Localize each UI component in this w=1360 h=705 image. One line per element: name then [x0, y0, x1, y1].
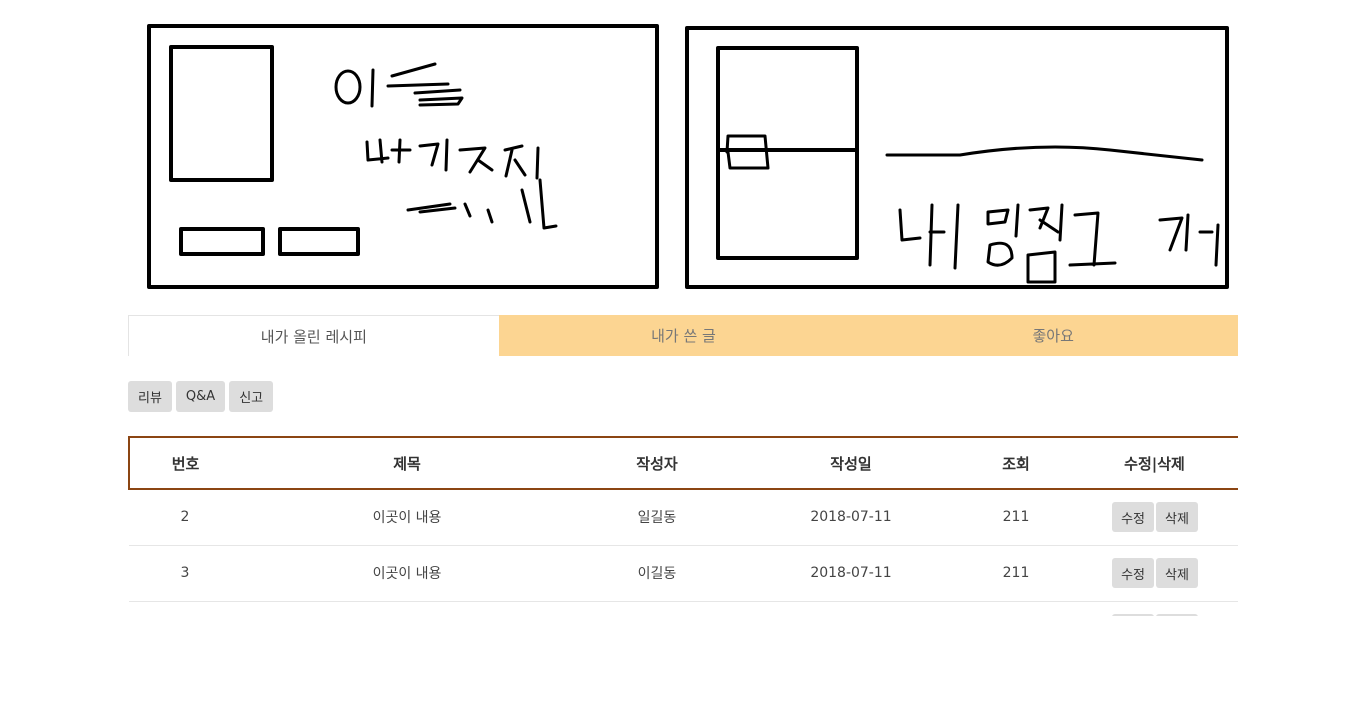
table-row: 2 이곳이 내용 일길동 2018-07-11 211 수정 삭제	[129, 489, 1238, 545]
table-row: 3 이곳이 내용 이길동 2018-07-11 211 수정 삭제	[129, 545, 1238, 601]
row-views	[961, 601, 1071, 616]
row-number: 3	[180, 565, 190, 581]
row-date: 2018-07-11	[810, 509, 892, 526]
row-author: 일길동	[637, 510, 677, 527]
delete-button[interactable]: 삭제	[1156, 614, 1198, 616]
qna-filter-button[interactable]: Q&A	[175, 381, 226, 412]
report-filter-button[interactable]: 신고	[229, 381, 274, 412]
edit-button[interactable]: 수정	[1112, 558, 1154, 588]
row-date: 2018-07-11	[810, 565, 892, 581]
row-views: 211	[1002, 509, 1030, 526]
header-number: 번호	[128, 436, 241, 490]
row-actions: 수정삭제	[1071, 489, 1238, 545]
tab-my-recipes[interactable]: 내가 올린 레시피	[128, 315, 499, 356]
row-title[interactable]	[241, 601, 573, 616]
header-title: 제목	[241, 436, 573, 490]
tab-bar: 내가 올린 레시피 내가 쓴 글 좋아요	[128, 315, 1239, 356]
filter-button-group: 리뷰 Q&A 신고	[128, 381, 274, 412]
row-number: 2	[180, 509, 190, 526]
table-row: 수정삭제	[129, 601, 1238, 616]
row-title[interactable]: 이곳이 내용	[241, 545, 573, 601]
posts-table-container: 번호 제목 작성자 작성일 조회 수정|삭제 2 이곳이 내용 일길동 2018…	[128, 436, 1238, 616]
table-header-row: 번호 제목 작성자 작성일 조회 수정|삭제	[128, 436, 1238, 490]
header-date: 작성일	[741, 436, 961, 490]
row-number	[129, 601, 241, 616]
tab-likes[interactable]: 좋아요	[868, 315, 1239, 356]
tab-my-posts[interactable]: 내가 쓴 글	[498, 315, 869, 356]
row-title[interactable]: 이곳이 내용	[241, 489, 573, 545]
row-author: 이길동	[637, 566, 677, 582]
row-actions: 수정삭제	[1071, 601, 1238, 616]
review-filter-button[interactable]: 리뷰	[128, 381, 172, 412]
profile-sketch-banner	[147, 24, 1229, 289]
edit-button[interactable]: 수정	[1112, 614, 1154, 616]
header-author: 작성자	[573, 436, 741, 490]
row-date	[741, 601, 961, 616]
row-actions: 수정삭제	[1071, 545, 1238, 601]
header-views: 조회	[961, 436, 1071, 490]
header-edit-delete: 수정|삭제	[1071, 436, 1238, 490]
row-author	[573, 601, 741, 616]
edit-button[interactable]: 수정	[1112, 502, 1154, 533]
delete-button[interactable]: 삭제	[1156, 502, 1198, 533]
posts-table: 번호 제목 작성자 작성일 조회 수정|삭제 2 이곳이 내용 일길동 2018…	[128, 436, 1238, 616]
row-views: 211	[1002, 565, 1030, 581]
delete-button[interactable]: 삭제	[1156, 558, 1198, 588]
